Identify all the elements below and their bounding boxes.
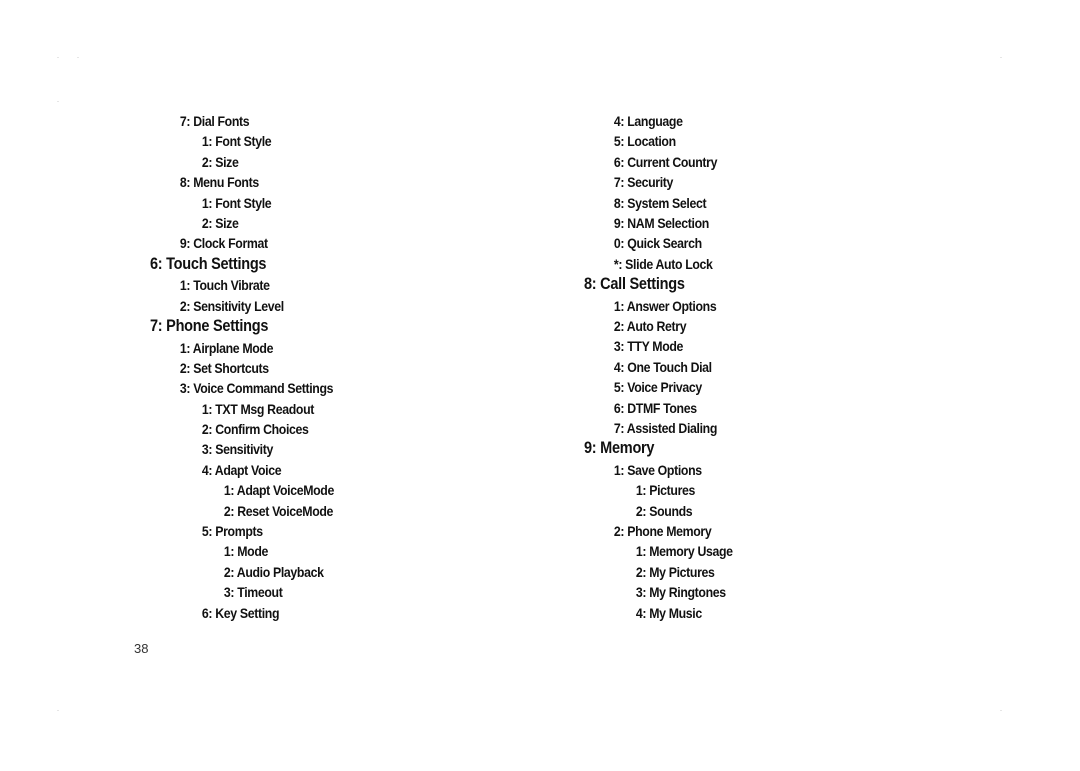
menu-item: 2: Sounds — [635, 502, 693, 519]
menu-item: 5: Voice Privacy — [613, 379, 702, 396]
menu-item: 3: My Ringtones — [635, 584, 726, 601]
menu-item: 1: Pictures — [635, 482, 696, 499]
menu-item: 1: Font Style — [201, 133, 272, 150]
menu-item: 4: Adapt Voice — [201, 461, 282, 478]
section-heading: 7: Phone Settings — [150, 317, 269, 336]
menu-item: 3: Sensitivity — [201, 441, 273, 458]
crop-mark — [57, 57, 59, 58]
menu-item: 4: Language — [613, 113, 683, 129]
right-column: 4: Language 5: Location 6: Current Country… — [584, 111, 753, 623]
menu-item: 1: Airplane Mode — [179, 339, 274, 356]
menu-item: 2: Size — [201, 153, 239, 170]
menu-item: 2: Audio Playback — [223, 563, 324, 580]
menu-item: 9: Clock Format — [179, 235, 268, 252]
menu-item: 1: Adapt VoiceMode — [223, 482, 334, 499]
menu-item: 2: Auto Retry — [613, 318, 687, 335]
menu-item: 2: Sensitivity Level — [179, 297, 284, 314]
menu-item: 2: Confirm Choices — [201, 421, 309, 438]
menu-item: 5: Prompts — [201, 523, 263, 540]
section-heading: 6: Touch Settings — [150, 254, 267, 273]
menu-item: 1: Save Options — [613, 461, 702, 478]
crop-mark — [57, 101, 59, 102]
crop-mark — [57, 710, 59, 711]
menu-item: 7: Dial Fonts — [179, 113, 250, 129]
menu-item: 6: DTMF Tones — [613, 399, 697, 416]
menu-item: 1: Mode — [223, 543, 269, 560]
menu-item: 2: Phone Memory — [613, 523, 712, 540]
menu-item: 9: NAM Selection — [613, 214, 709, 231]
menu-item: 8: System Select — [613, 194, 707, 211]
menu-item: 1: TXT Msg Readout — [201, 400, 314, 417]
menu-item: 1: Memory Usage — [635, 543, 733, 560]
menu-item: 3: TTY Mode — [613, 338, 684, 355]
menu-item: 2: Reset VoiceMode — [223, 502, 334, 519]
menu-item: 2: My Pictures — [635, 563, 715, 580]
section-heading: 8: Call Settings — [584, 275, 685, 294]
crop-mark — [1000, 710, 1002, 711]
menu-item: 5: Location — [613, 133, 676, 150]
menu-item: 1: Answer Options — [613, 297, 717, 314]
menu-item: 3: Voice Command Settings — [179, 380, 334, 397]
menu-item: 7: Assisted Dialing — [613, 419, 718, 436]
menu-item: 8: Menu Fonts — [179, 174, 259, 191]
menu-item: 2: Set Shortcuts — [179, 359, 269, 376]
menu-item: 4: My Music — [635, 604, 702, 621]
page-number: 38 — [134, 641, 149, 656]
menu-item: 4: One Touch Dial — [613, 358, 712, 375]
menu-item: 3: Timeout — [223, 584, 283, 601]
section-heading: 9: Memory — [584, 439, 655, 458]
crop-mark — [1000, 57, 1002, 58]
menu-item: *: Slide Auto Lock — [613, 255, 713, 272]
crop-mark — [77, 57, 79, 58]
menu-item: 6: Key Setting — [201, 604, 280, 621]
menu-item: 2: Size — [201, 214, 239, 231]
left-column: 7: Dial Fonts 1: Font Style 2: Size 8: Menu… — [150, 111, 359, 623]
menu-item: 7: Security — [613, 174, 674, 191]
menu-item: 1: Touch Vibrate — [179, 277, 270, 294]
menu-item: 0: Quick Search — [613, 235, 702, 252]
menu-item: 1: Font Style — [201, 194, 272, 211]
menu-item: 6: Current Country — [613, 153, 718, 170]
